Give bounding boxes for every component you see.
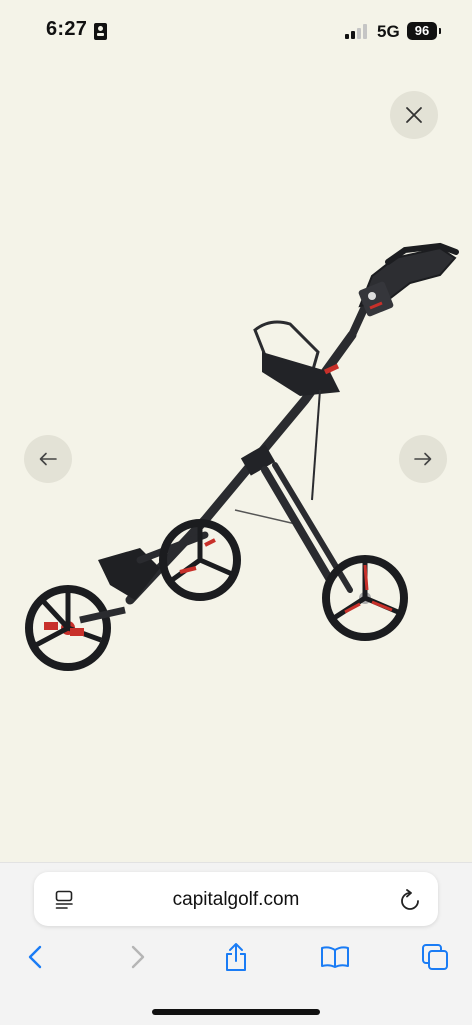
close-icon [406, 107, 422, 123]
network-type: 5G [377, 22, 400, 41]
forward-button[interactable] [122, 941, 154, 973]
home-indicator[interactable] [152, 1009, 320, 1015]
url-text[interactable]: capitalgolf.com [34, 889, 438, 911]
bookmarks-icon [321, 946, 349, 968]
address-bar[interactable]: capitalgolf.com [34, 872, 438, 926]
tabs-icon [422, 944, 448, 970]
product-image [25, 242, 459, 671]
forward-icon [131, 945, 145, 969]
cellular-signal-icon [345, 24, 369, 39]
bookmarks-button[interactable] [319, 941, 351, 973]
contact-card-icon [94, 23, 107, 40]
back-button[interactable] [19, 941, 51, 973]
battery-level: 96 [407, 22, 437, 40]
back-icon [28, 945, 42, 969]
image-viewer [0, 62, 472, 862]
share-button[interactable] [220, 941, 252, 973]
tabs-button[interactable] [419, 941, 451, 973]
reload-icon[interactable] [400, 889, 420, 911]
close-button[interactable] [390, 91, 438, 139]
browser-toolbar: capitalgolf.com [0, 862, 472, 1025]
status-time: 6:27 [46, 18, 88, 40]
share-icon [226, 943, 246, 971]
battery-icon [439, 28, 441, 34]
status-bar: 6:27 5G 96 [0, 0, 472, 62]
